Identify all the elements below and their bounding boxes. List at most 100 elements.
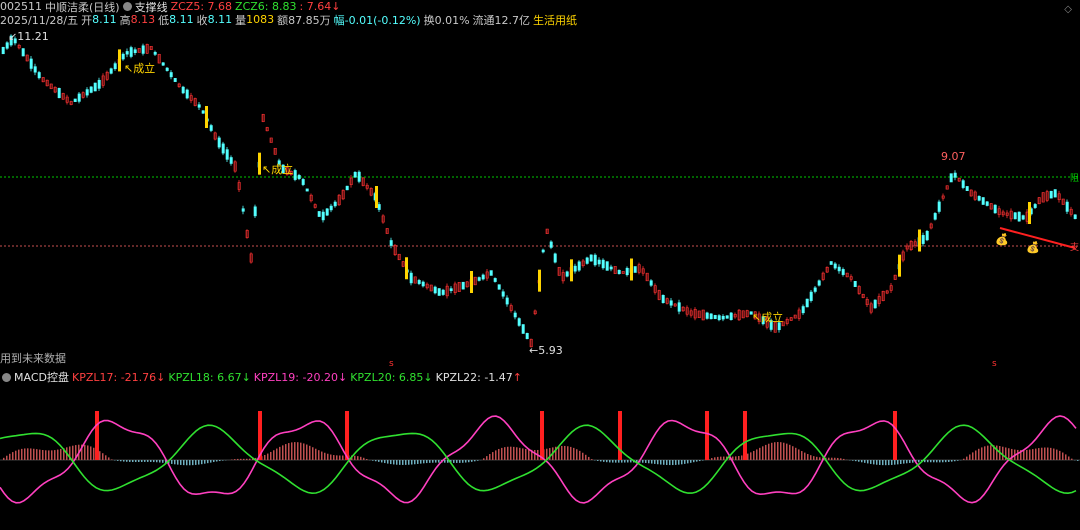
macd-histogram-bar [342, 455, 344, 460]
macd-histogram-bar [240, 458, 242, 460]
macd-histogram-bar [534, 450, 536, 460]
settings-icon[interactable]: ◇ [1064, 4, 1072, 15]
macd-histogram-bar [792, 446, 794, 460]
macd-histogram-bar [1071, 458, 1073, 460]
macd-histogram-bar [735, 456, 737, 460]
macd-histogram-bar [861, 460, 863, 463]
macd-title[interactable]: MACD控盘 [14, 369, 69, 385]
macd-histogram-bar [423, 460, 425, 464]
macd-histogram-bar [807, 453, 809, 460]
candle-body [841, 269, 845, 275]
candle-body [801, 306, 805, 314]
macd-histogram-bar [153, 460, 155, 463]
candle-body [953, 172, 957, 178]
macd-histogram-bar [648, 460, 650, 464]
macd-histogram-bar [597, 460, 599, 461]
macd-histogram-bar [984, 446, 986, 460]
macd-histogram-bar [990, 445, 992, 460]
macd-chart[interactable] [0, 384, 1080, 530]
candle-body [1049, 190, 1053, 199]
candle-body [585, 257, 589, 264]
macd-histogram-bar [309, 445, 311, 460]
macd-histogram-bar [432, 460, 434, 463]
macd-histogram-bar [840, 458, 842, 460]
macd-histogram-bar [837, 457, 839, 460]
macd-histogram-bar [243, 458, 245, 460]
macd-histogram-bar [816, 456, 818, 460]
macd-histogram-bar [1035, 448, 1037, 460]
macd-histogram-bar [108, 457, 110, 460]
macd-histogram-bar [276, 448, 278, 460]
candle-body [253, 206, 257, 217]
candle-body [573, 265, 577, 272]
macd-histogram-bar [645, 460, 647, 463]
candle-body [837, 266, 841, 272]
candle-body [817, 280, 821, 286]
macd-histogram-bar [1068, 456, 1070, 460]
macd-histogram-bar [36, 449, 38, 460]
macd-histogram-bar [366, 459, 368, 460]
candle-body [961, 180, 965, 188]
macd-histogram-bar [954, 460, 956, 462]
candle-body [993, 204, 997, 214]
candle-body [709, 313, 713, 320]
kpzl19-value: KPZL19: -20.20 [253, 370, 338, 384]
macd-histogram-bar [1032, 449, 1034, 460]
chengli-text: 成立 [133, 62, 156, 75]
macd-histogram-bar [486, 456, 488, 460]
macd-histogram-bar [675, 460, 677, 465]
macd-histogram-bar [912, 460, 914, 463]
macd-histogram-bar [663, 460, 665, 465]
macd-histogram-bar [87, 445, 89, 460]
candle-body [321, 211, 325, 221]
macd-histogram-bar [105, 455, 107, 460]
macd-histogram-bar [453, 460, 455, 463]
macd-histogram-bar [690, 460, 692, 463]
macd-histogram-bar [900, 460, 902, 465]
macd-histogram-bar [24, 448, 26, 460]
candle-body [549, 241, 553, 248]
s-marker-right: s [992, 359, 997, 368]
macd-signal-bar [345, 411, 349, 460]
candle-body [497, 284, 501, 290]
macd-histogram-bar [144, 460, 146, 462]
macd-histogram-bar [591, 459, 593, 460]
s-marker-left: s [389, 359, 394, 368]
macd-histogram-bar [939, 460, 941, 463]
macd-histogram-bar [903, 460, 905, 464]
candlestick-chart[interactable]: s s 💰 💰 [0, 28, 1080, 368]
macd-histogram-bar [630, 460, 632, 463]
macd-histogram-bar [474, 460, 476, 462]
macd-histogram-bar [381, 460, 383, 463]
macd-histogram-bar [429, 460, 431, 463]
signal-bar [258, 152, 261, 175]
candle-body [661, 295, 665, 303]
macd-histogram-bar [1029, 449, 1031, 460]
macd-histogram-bar [576, 449, 578, 460]
candle-body [977, 196, 981, 201]
change-value: 幅-0.01(-0.12%) [333, 13, 421, 27]
macd-histogram-bar [414, 460, 416, 465]
macd-histogram-bar [768, 443, 770, 460]
signal-bar [470, 271, 473, 293]
candle-body [437, 288, 441, 296]
sector-link[interactable]: 生活用纸 [533, 12, 577, 28]
signal-bar [1028, 202, 1031, 224]
macd-histogram-bar [1050, 447, 1052, 460]
macd-histogram-bar [390, 460, 392, 465]
macd-histogram-bar [219, 460, 221, 462]
candle-body [589, 254, 593, 262]
macd-histogram-bar [891, 460, 893, 465]
macd-histogram-bar [360, 456, 362, 460]
volume-label: 量 [235, 13, 247, 27]
macd-histogram-bar [522, 448, 524, 460]
chengli-text: 成立 [271, 163, 294, 176]
kpzl22-value: KPZL22: -1.47 [435, 370, 513, 384]
macd-histogram-bar [117, 460, 119, 461]
candle-body [201, 110, 205, 114]
candle-body [33, 66, 37, 73]
money-bag-icon-2: 💰 [1026, 241, 1040, 254]
macd-histogram-bar [831, 457, 833, 460]
macd-histogram-bar [216, 460, 218, 462]
money-bag-icon-1: 💰 [995, 233, 1009, 246]
